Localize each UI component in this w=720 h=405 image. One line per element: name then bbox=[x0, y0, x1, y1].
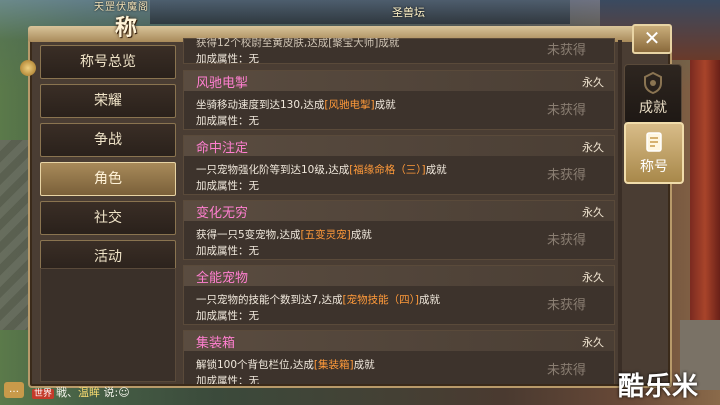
title-card-desc: 获得一只5变宠物,达成[五变灵宠]成就 bbox=[196, 229, 372, 241]
menu-item-social[interactable]: 社交 bbox=[40, 201, 176, 235]
title-card-attr: 加成属性：无 bbox=[196, 53, 259, 65]
title-card-duration: 永久 bbox=[582, 76, 604, 89]
list-scrollbar[interactable] bbox=[618, 40, 622, 380]
chat-bubble-icon: … bbox=[9, 384, 19, 395]
menu-item-overview[interactable]: 称号总览 bbox=[40, 45, 176, 79]
title-card-duration: 永久 bbox=[582, 336, 604, 349]
title-card[interactable]: 全能宠物 永久 一只宠物的技能个数到达7,达成[宠物技能（四）]成就 加成属性：… bbox=[183, 265, 615, 325]
title-card-attr: 加成属性：无 bbox=[196, 245, 259, 257]
menu-item-battle[interactable]: 争战 bbox=[40, 123, 176, 157]
smiley-emoji-icon: ☺ bbox=[118, 386, 130, 399]
tab-label: 成就 bbox=[639, 100, 667, 116]
title-card-name: 集装箱 bbox=[196, 336, 236, 351]
title-card-header: 变化无穷 永久 bbox=[184, 201, 614, 221]
title-card-header: 集装箱 永久 bbox=[184, 331, 614, 351]
title-card-partial: 获得12个校尉至黄皮肤,达成[聚宝大师]成就 加成属性：无 未获得 bbox=[183, 38, 615, 65]
chat-toggle-button[interactable]: … bbox=[4, 382, 24, 398]
title-card-duration: 永久 bbox=[582, 271, 604, 284]
chat-message-line[interactable]: 世界 戦、温眸 说:☺ bbox=[32, 384, 130, 400]
title-card-status: 未获得 bbox=[546, 363, 586, 378]
background-roof bbox=[150, 0, 570, 24]
title-card-status: 未获得 bbox=[546, 233, 586, 248]
title-card-attr: 加成属性：无 bbox=[196, 375, 259, 384]
achievement-name-highlight: [集装箱] bbox=[313, 359, 354, 371]
title-card-desc: 一只宠物强化阶等到达10级,达成[福缘命格（三）]成就 bbox=[196, 164, 447, 176]
hanging-ornament bbox=[20, 60, 36, 120]
title-card[interactable]: 变化无穷 永久 获得一只5变宠物,达成[五变灵宠]成就 加成属性：无 未获得 bbox=[183, 200, 615, 260]
title-card-header: 命中注定 永久 bbox=[184, 136, 614, 156]
title-list[interactable]: 获得12个校尉至黄皮肤,达成[聚宝大师]成就 加成属性：无 未获得 风驰电掣 永… bbox=[183, 38, 615, 384]
close-button[interactable]: ✕ bbox=[632, 24, 672, 54]
achievement-name-highlight: [五变灵宠] bbox=[300, 229, 351, 241]
title-card-name: 全能宠物 bbox=[196, 271, 249, 286]
coin-ornament-icon bbox=[20, 60, 36, 76]
background-pillar bbox=[690, 60, 720, 320]
title-card-status: 未获得 bbox=[546, 43, 586, 58]
title-card[interactable]: 集装箱 永久 解锁100个背包栏位,达成[集装箱]成就 加成属性：无 未获得 bbox=[183, 330, 615, 384]
title-card-duration: 永久 bbox=[582, 206, 604, 219]
title-card-header: 风驰电掣 永久 bbox=[184, 71, 614, 91]
close-icon: ✕ bbox=[643, 26, 661, 50]
menu-empty-area bbox=[40, 268, 176, 382]
title-card-status: 未获得 bbox=[546, 168, 586, 183]
achievement-name-highlight: [风驰电掣] bbox=[324, 99, 375, 111]
tab-achievements[interactable]: 成就 bbox=[624, 64, 682, 124]
title-card-name: 变化无穷 bbox=[196, 206, 249, 221]
category-menu: 称号总览 荣耀 争战 角色 社交 活动 bbox=[40, 45, 176, 279]
title-card-status: 未获得 bbox=[546, 103, 586, 118]
title-card-header: 全能宠物 永久 bbox=[184, 266, 614, 286]
title-card-desc: 坐骑移动速度到达130,达成[风驰电掣]成就 bbox=[196, 99, 396, 111]
title-card[interactable]: 风驰电掣 永久 坐骑移动速度到达130,达成[风驰电掣]成就 加成属性：无 未获… bbox=[183, 70, 615, 130]
menu-item-character[interactable]: 角色 bbox=[40, 162, 176, 196]
tab-titles[interactable]: 称号 bbox=[624, 122, 684, 184]
shield-emblem-icon bbox=[644, 71, 662, 95]
title-card-name: 风驰电掣 bbox=[196, 76, 249, 91]
title-card-desc: 一只宠物的技能个数到达7,达成[宠物技能（四）]成就 bbox=[196, 294, 440, 306]
title-card-attr: 加成属性：无 bbox=[196, 115, 259, 127]
tab-label: 称号 bbox=[640, 159, 668, 175]
title-card[interactable]: 命中注定 永久 一只宠物强化阶等到达10级,达成[福缘命格（三）]成就 加成属性… bbox=[183, 135, 615, 195]
panel-title-tab: 天罡伏魔阁 称号 bbox=[45, 0, 165, 73]
title-card-attr: 加成属性：无 bbox=[196, 180, 259, 192]
title-card-desc: 获得12个校尉至黄皮肤,达成[聚宝大师]成就 bbox=[196, 38, 400, 49]
scroll-badge-icon bbox=[646, 132, 662, 152]
title-card-attr: 加成属性：无 bbox=[196, 310, 259, 322]
chat-sender-name: 温眸 bbox=[78, 386, 101, 399]
achievement-name-highlight: [宠物技能（四）] bbox=[342, 294, 419, 306]
title-card-status: 未获得 bbox=[546, 298, 586, 313]
map-name: 圣兽坛 bbox=[392, 6, 425, 19]
title-card-name: 命中注定 bbox=[196, 141, 249, 156]
title-card-duration: 永久 bbox=[582, 141, 604, 154]
achievement-name-highlight: [福缘命格（三）] bbox=[349, 164, 426, 176]
title-card-desc: 解锁100个背包栏位,达成[集装箱]成就 bbox=[196, 359, 375, 371]
chat-channel-tag: 世界 bbox=[32, 389, 55, 399]
watermark: 酷乐米 bbox=[618, 372, 700, 402]
menu-item-glory[interactable]: 荣耀 bbox=[40, 84, 176, 118]
